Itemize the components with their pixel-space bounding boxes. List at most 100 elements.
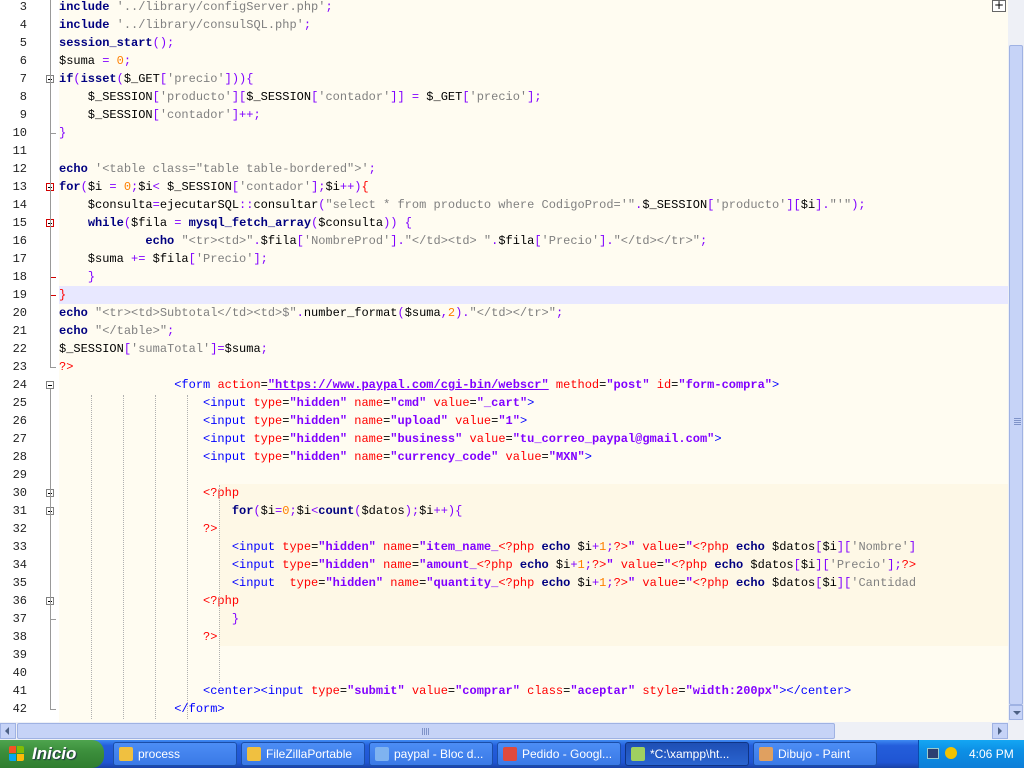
line-number: 6 (19, 54, 27, 68)
php-block-highlight (219, 610, 1008, 628)
code-line[interactable]: <input type="hidden" name="business" val… (59, 430, 722, 448)
code-line[interactable]: <?php (59, 484, 239, 502)
zoom-plus-icon[interactable]: + (992, 0, 1006, 12)
network-icon[interactable] (927, 748, 939, 759)
taskbar-button[interactable]: Pedido - Googl... (497, 742, 621, 766)
line-number: 27 (12, 432, 27, 446)
line-number: 26 (12, 414, 27, 428)
indent-guide (187, 395, 188, 719)
vertical-scroll-thumb[interactable] (1009, 45, 1023, 705)
code-line[interactable]: include '../library/configServer.php'; (59, 0, 333, 16)
line-number: 38 (12, 630, 27, 644)
code-line[interactable]: <input type="hidden" name="upload" value… (59, 412, 527, 430)
code-line[interactable]: ?> (59, 520, 217, 538)
line-number: 22 (12, 342, 27, 356)
fold-line (50, 515, 51, 619)
indent-guide (91, 395, 92, 719)
line-number: 21 (12, 324, 27, 338)
indent-guide (219, 485, 220, 683)
folder-icon (119, 747, 133, 761)
code-line[interactable]: <input type="hidden" name="currency_code… (59, 448, 592, 466)
php-block-highlight (219, 628, 1008, 646)
windows-logo-icon (9, 746, 25, 762)
code-line[interactable]: $suma += $fila['Precio']; (59, 250, 268, 268)
code-line[interactable]: <center><input type="submit" value="comp… (59, 682, 851, 700)
vertical-scrollbar[interactable] (1008, 0, 1024, 722)
line-number: 31 (12, 504, 27, 518)
taskbar-button[interactable]: process (113, 742, 237, 766)
code-line[interactable]: while($fila = mysql_fetch_array($consult… (59, 214, 412, 232)
start-button[interactable]: Inicio (0, 740, 104, 768)
scroll-left-arrow-icon[interactable] (0, 723, 16, 739)
code-line[interactable]: $suma = 0; (59, 52, 131, 70)
scroll-right-arrow-icon[interactable] (992, 723, 1008, 739)
taskbar-button-label: FileZillaPortable (266, 747, 353, 761)
scroll-down-arrow-icon[interactable] (1009, 705, 1023, 720)
line-number: 5 (19, 36, 27, 50)
taskbar-button-label: *C:\xampp\ht... (650, 747, 730, 761)
code-line[interactable]: <?php (59, 592, 239, 610)
line-number: 7 (19, 72, 27, 86)
line-number: 14 (12, 198, 27, 212)
line-number: 24 (12, 378, 27, 392)
taskbar-button[interactable]: Dibujo - Paint (753, 742, 877, 766)
fold-end (50, 709, 56, 710)
taskbar-button[interactable]: FileZillaPortable (241, 742, 365, 766)
code-line[interactable]: $_SESSION['contador']++; (59, 106, 261, 124)
code-line[interactable]: } (59, 268, 95, 286)
code-line[interactable]: for($i=0;$i<count($datos);$i++){ (59, 502, 463, 520)
line-number: 40 (12, 666, 27, 680)
code-line[interactable]: <form action="https://www.paypal.com/cgi… (59, 376, 779, 394)
fold-toggle-icon[interactable] (46, 381, 54, 389)
line-number: 35 (12, 576, 27, 590)
code-line[interactable]: echo "</table>"; (59, 322, 174, 340)
notepad-icon (375, 747, 389, 761)
code-line[interactable]: </form> (59, 700, 224, 718)
line-number: 36 (12, 594, 27, 608)
code-line[interactable]: session_start(); (59, 34, 174, 52)
horizontal-scrollbar[interactable] (0, 722, 1024, 740)
taskbar-button[interactable]: *C:\xampp\ht... (625, 742, 749, 766)
line-number: 3 (19, 0, 27, 14)
line-number: 34 (12, 558, 27, 572)
code-line[interactable]: } (59, 286, 66, 304)
code-line[interactable]: $_SESSION['producto'][$_SESSION['contado… (59, 88, 542, 106)
security-icon[interactable] (945, 747, 957, 759)
line-number: 11 (12, 144, 27, 158)
indent-guide (123, 395, 124, 719)
line-number: 39 (12, 648, 27, 662)
fold-end (50, 619, 56, 620)
current-line-highlight (59, 286, 1008, 304)
code-editor[interactable]: 3 include '../library/configServer.php'; 4… (0, 0, 1008, 722)
indent-guide (155, 395, 156, 719)
code-line[interactable]: echo '<table class="table table-bordered… (59, 160, 376, 178)
code-line[interactable]: $consulta=ejecutarSQL::consultar("select… (59, 196, 866, 214)
code-line[interactable]: } (59, 124, 66, 142)
start-label: Inicio (32, 744, 77, 763)
code-line[interactable]: echo "<tr><td>".$fila['NombreProd']."</t… (59, 232, 707, 250)
line-number: 12 (12, 162, 27, 176)
code-line[interactable]: } (59, 610, 239, 628)
taskbar-button-label: Dibujo - Paint (778, 747, 851, 761)
code-line[interactable]: include '../library/consulSQL.php'; (59, 16, 311, 34)
code-line[interactable]: $_SESSION['sumaTotal']=$suma; (59, 340, 268, 358)
taskbar-button[interactable]: paypal - Bloc d... (369, 742, 493, 766)
line-number: 16 (12, 234, 27, 248)
taskbar-button-label: paypal - Bloc d... (394, 747, 484, 761)
code-line[interactable]: for($i = 0;$i< $_SESSION['contador'];$i+… (59, 178, 369, 196)
php-block-highlight (219, 520, 1008, 538)
fold-end (50, 367, 56, 368)
folder-icon (247, 747, 261, 761)
code-line[interactable]: echo "<tr><td>Subtotal</td><td>$".number… (59, 304, 563, 322)
code-line[interactable]: ?> (59, 628, 217, 646)
horizontal-scroll-thumb[interactable] (17, 723, 835, 739)
taskbar: Inicio process FileZillaPortable paypal - … (0, 740, 1024, 768)
clock: 4:06 PM (969, 747, 1014, 761)
code-line[interactable]: if(isset($_GET['precio'])){ (59, 70, 253, 88)
code-line[interactable]: ?> (59, 358, 73, 376)
code-line[interactable]: <input type="hidden" name="cmd" value="_… (59, 394, 534, 412)
line-number: 42 (12, 702, 27, 716)
php-block-highlight (219, 484, 1008, 502)
fold-line (50, 0, 51, 367)
line-number: 13 (12, 180, 27, 194)
